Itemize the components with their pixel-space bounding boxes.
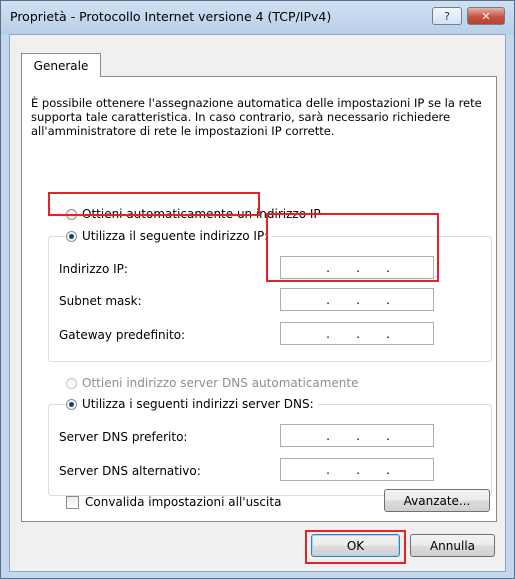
cancel-button[interactable]: Annulla [410,534,495,557]
tab-panel-generale: È possibile ottenere l'assegnazione auto… [21,76,497,522]
subnet-mask-label: Subnet mask: [59,294,142,308]
radio-auto-dns: Ottieni indirizzo server DNS automaticam… [66,376,359,390]
radio-auto-dns-label: Ottieni indirizzo server DNS automaticam… [82,376,359,390]
advanced-button[interactable]: Avanzate... [384,489,490,512]
radio-manual-ip-label: Utilizza il seguente indirizzo IP: [82,229,269,243]
gateway-label: Gateway predefinito: [59,328,186,342]
cancel-button-label: Annulla [429,538,476,553]
radio-manual-ip[interactable]: Utilizza il seguente indirizzo IP: [66,229,272,243]
close-button[interactable]: ✕ [467,7,505,25]
help-button[interactable]: ? [432,7,462,25]
ip-address-label: Indirizzo IP: [59,262,128,276]
tab-generale[interactable]: Generale [21,53,101,77]
highlight-manual-ip [48,192,260,216]
dns-alternate-label: Server DNS alternativo: [59,464,201,478]
radio-disabled-icon [66,377,77,389]
help-icon: ? [444,9,450,23]
highlight-ip-fields [266,213,439,282]
validate-label: Convalida impostazioni all'uscita [85,495,282,509]
description-text: È possibile ottenere l'assegnazione auto… [31,96,482,138]
radio-manual-dns-label: Utilizza i seguenti indirizzi server DNS… [82,397,314,411]
radio-selected-icon [66,230,77,242]
dns-preferred-label: Server DNS preferito: [59,430,188,444]
highlight-ok-button [305,530,406,564]
close-icon: ✕ [481,9,491,23]
dialog-window: Proprietà - Protocollo Internet versione… [0,0,515,579]
checkbox-icon [66,495,79,509]
advanced-button-label: Avanzate... [403,493,471,508]
dns-group-box [48,404,492,496]
radio-selected-icon [66,398,77,410]
tab-label: Generale [33,58,89,73]
validate-checkbox[interactable]: Convalida impostazioni all'uscita [66,495,281,509]
window-title: Proprietà - Protocollo Internet versione… [10,9,332,24]
subnet-mask-input[interactable]: . . . [280,288,434,311]
radio-manual-dns[interactable]: Utilizza i seguenti indirizzi server DNS… [66,397,317,411]
dns-alternate-input[interactable]: . . . [280,458,434,481]
title-bar[interactable]: Proprietà - Protocollo Internet versione… [1,1,514,33]
gateway-input[interactable]: . . . [280,322,434,345]
dialog-client-area: Generale È possibile ottenere l'assegnaz… [9,34,506,572]
dns-preferred-input[interactable]: . . . [280,424,434,447]
